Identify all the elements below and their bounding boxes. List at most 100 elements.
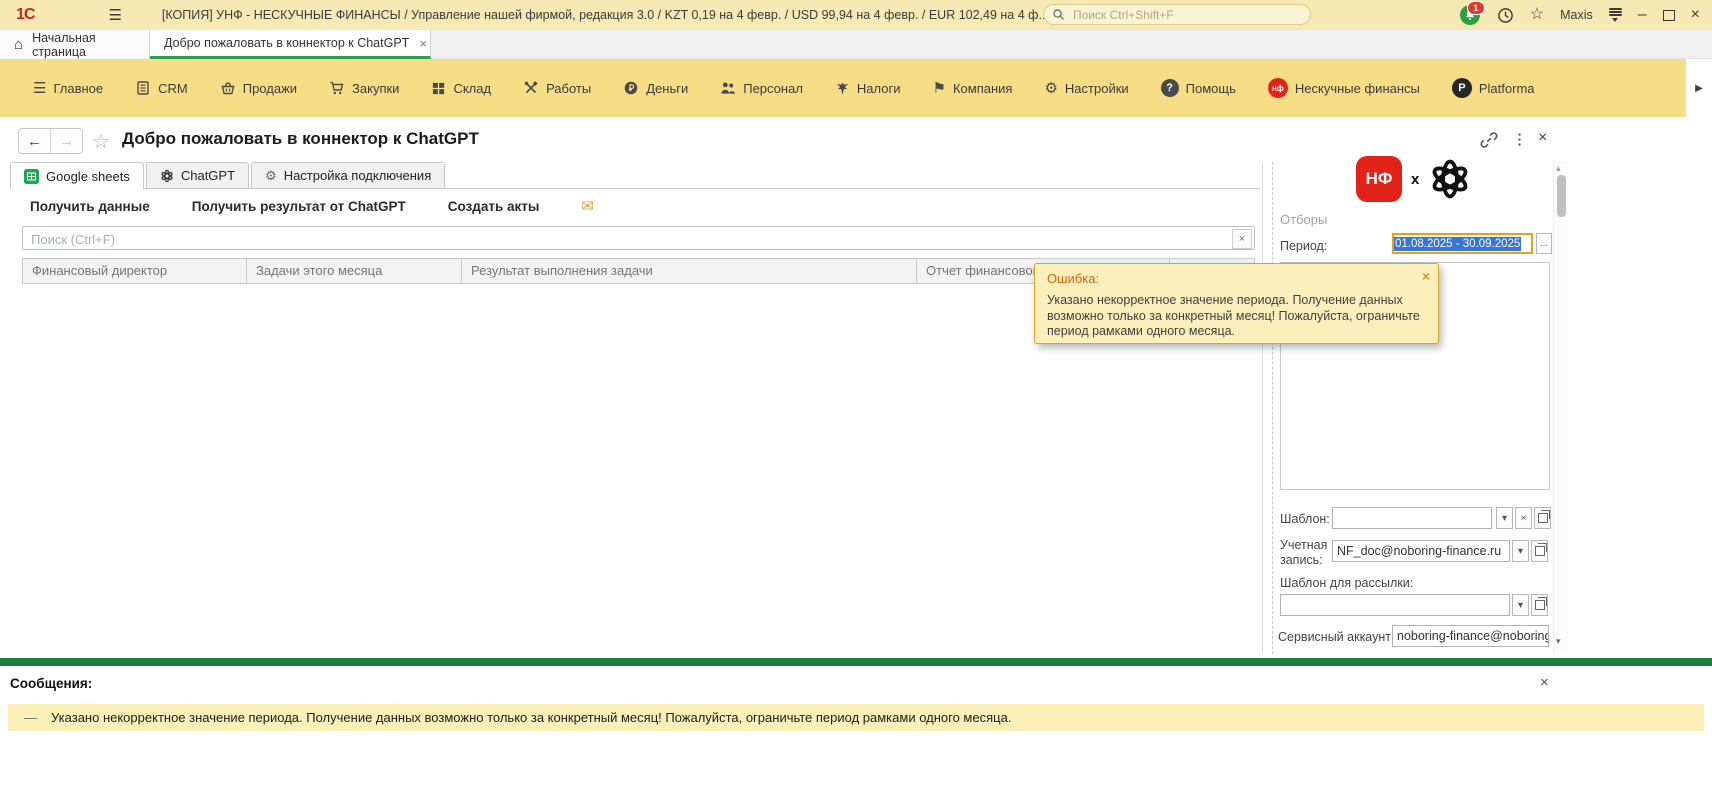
ribbon-item-settings[interactable]: ⚙ Настройки bbox=[1044, 81, 1128, 96]
minimize-button[interactable]: – bbox=[1638, 7, 1647, 23]
page-title: Добро пожаловать в коннектор к ChatGPT bbox=[122, 129, 479, 149]
period-field[interactable]: 01.08.2025 - 30.09.2025 bbox=[1392, 233, 1533, 254]
tab-home-page[interactable]: ⌂ Начальная страница bbox=[0, 30, 150, 59]
window-title: [КОПИЯ] УНФ - НЕСКУЧНЫЕ ФИНАНСЫ / Управл… bbox=[162, 8, 1049, 22]
message-text: Указано некорректное значение периода. П… bbox=[51, 710, 1011, 725]
global-search-input[interactable] bbox=[1071, 7, 1295, 23]
column-task-result[interactable]: Результат выполнения задачи bbox=[462, 259, 917, 283]
main-menu-icon[interactable]: ☰ bbox=[108, 6, 121, 24]
scrollbar-thumb[interactable] bbox=[1557, 175, 1566, 217]
favorites-star-icon[interactable]: ☆ bbox=[1530, 7, 1544, 23]
messages-close-icon[interactable]: × bbox=[1540, 674, 1549, 691]
ribbon-item-warehouse[interactable]: Склад bbox=[431, 81, 491, 96]
template-dropdown-icon[interactable]: ▾ bbox=[1496, 507, 1513, 529]
tab-connection-settings[interactable]: ⚙ Настройка подключения bbox=[251, 162, 445, 188]
account-field[interactable]: NF_doc@noboring-finance.ru bbox=[1332, 540, 1510, 562]
ribbon-item-company[interactable]: ⚑ Компания bbox=[933, 81, 1013, 96]
ribbon-item-taxes[interactable]: Налоги bbox=[835, 81, 901, 96]
search-clear-icon[interactable]: × bbox=[1232, 229, 1252, 249]
user-name[interactable]: Maxis bbox=[1560, 8, 1593, 22]
tab-chatgpt[interactable]: ChatGPT bbox=[146, 162, 249, 188]
platforma-icon: P bbox=[1452, 78, 1472, 98]
ribbon-item-money[interactable]: Деньги bbox=[623, 80, 688, 96]
window-close-button[interactable]: × bbox=[1691, 7, 1700, 23]
column-month-tasks[interactable]: Задачи этого месяца bbox=[247, 259, 462, 283]
history-icon[interactable] bbox=[1497, 7, 1514, 24]
address-book-icon bbox=[135, 80, 151, 96]
flag-icon: ⚑ bbox=[933, 81, 946, 96]
scroll-down-icon[interactable]: ▾ bbox=[1556, 636, 1561, 647]
people-icon bbox=[720, 80, 736, 96]
message-bullet: — bbox=[24, 710, 37, 725]
notification-badge: 1 bbox=[1467, 1, 1485, 15]
form-tabs: Google sheets ChatGPT ⚙ Настройка подклю… bbox=[10, 162, 1260, 189]
tools-icon bbox=[523, 80, 539, 96]
ribbon-item-noboring-finance[interactable]: нф Нескучные финансы bbox=[1268, 78, 1420, 98]
error-text: Указано некорректное значение периода. П… bbox=[1047, 293, 1429, 340]
ribbon-item-crm[interactable]: CRM bbox=[135, 80, 188, 96]
favorite-star-icon[interactable]: ☆ bbox=[92, 129, 110, 154]
ribbon-item-help[interactable]: ? Помощь bbox=[1161, 79, 1236, 97]
message-row[interactable]: — Указано некорректное значение периода.… bbox=[8, 704, 1704, 731]
period-more-button[interactable]: ... bbox=[1536, 233, 1552, 254]
tab-chatgpt-connector[interactable]: Добро пожаловать в коннектор к ChatGPT × bbox=[150, 30, 431, 59]
account-open-button[interactable] bbox=[1531, 540, 1548, 562]
list-search-input[interactable] bbox=[29, 228, 1213, 250]
command-bar: Получить данные Получить результат от Ch… bbox=[30, 197, 594, 215]
envelope-icon[interactable]: ✉ bbox=[581, 197, 594, 215]
column-financial-director[interactable]: Финансовый директор bbox=[23, 259, 247, 283]
basket-icon bbox=[220, 80, 236, 96]
form-close-button[interactable]: × bbox=[1538, 129, 1547, 147]
titlebar-actions: 1 ☆ Maxis – × bbox=[1460, 0, 1700, 30]
global-search[interactable] bbox=[1043, 4, 1311, 25]
error-close-icon[interactable]: × bbox=[1422, 268, 1430, 284]
forward-button[interactable]: → bbox=[51, 129, 82, 153]
error-title: Ошибка: bbox=[1047, 271, 1426, 286]
scroll-up-icon[interactable]: ▴ bbox=[1556, 163, 1561, 174]
panel-splitter[interactable] bbox=[1262, 162, 1263, 654]
ribbon-item-platforma[interactable]: P Platforma bbox=[1452, 78, 1535, 98]
filters-group-border bbox=[1272, 162, 1273, 654]
gear-icon: ⚙ bbox=[265, 168, 277, 184]
create-acts-button[interactable]: Создать акты bbox=[448, 199, 540, 214]
ribbon-label: Персонал bbox=[743, 81, 803, 96]
notifications-button[interactable]: 1 bbox=[1460, 5, 1481, 26]
ribbon-label: Продажи bbox=[243, 81, 297, 96]
ribbon-item-main[interactable]: ☰ Главное bbox=[33, 81, 103, 96]
back-button[interactable]: ← bbox=[19, 129, 51, 153]
restore-button[interactable] bbox=[1663, 10, 1675, 21]
template-field[interactable] bbox=[1332, 507, 1492, 529]
openai-logo-icon bbox=[1428, 157, 1472, 201]
ribbon-item-purchases[interactable]: Закупки bbox=[329, 80, 399, 96]
mailing-template-dropdown-icon[interactable]: ▾ bbox=[1512, 594, 1529, 616]
template-open-button[interactable] bbox=[1534, 507, 1551, 529]
get-data-button[interactable]: Получить данные bbox=[30, 199, 150, 214]
tab-label: ChatGPT bbox=[181, 168, 235, 183]
vertical-scrollbar[interactable]: ▴ ▾ bbox=[1553, 161, 1568, 653]
more-menu-icon[interactable] bbox=[1518, 132, 1521, 147]
ribbon-label: Закупки bbox=[352, 81, 399, 96]
ribbon-label: Компания bbox=[953, 81, 1013, 96]
mailing-template-open-button[interactable] bbox=[1531, 594, 1548, 616]
ribbon-label: Platforma bbox=[1479, 81, 1535, 96]
ribbon-item-staff[interactable]: Персонал bbox=[720, 80, 803, 96]
tab-close-icon[interactable]: × bbox=[419, 36, 427, 51]
expand-right-icon: ▶ bbox=[1695, 83, 1703, 94]
service-menu-icon[interactable] bbox=[1609, 8, 1622, 22]
template-clear-icon[interactable]: × bbox=[1515, 507, 1532, 529]
get-chatgpt-result-button[interactable]: Получить результат от ChatGPT bbox=[192, 199, 406, 214]
account-dropdown-icon[interactable]: ▾ bbox=[1512, 540, 1529, 562]
period-value-selected: 01.08.2025 - 30.09.2025 bbox=[1394, 237, 1521, 251]
service-account-field[interactable]: noboring-finance@noboring-fi bbox=[1392, 625, 1549, 647]
question-icon: ? bbox=[1161, 79, 1179, 97]
ribbon-item-sales[interactable]: Продажи bbox=[220, 80, 297, 96]
tab-google-sheets[interactable]: Google sheets bbox=[10, 162, 144, 189]
ribbon-label: Главное bbox=[53, 81, 103, 96]
ribbon-item-works[interactable]: Работы bbox=[523, 80, 591, 96]
get-link-icon[interactable] bbox=[1480, 131, 1498, 149]
window-titlebar: 1С ☰ [КОПИЯ] УНФ - НЕСКУЧНЫЕ ФИНАНСЫ / У… bbox=[0, 0, 1712, 30]
mailing-template-field[interactable] bbox=[1280, 594, 1510, 616]
list-search-field[interactable]: × bbox=[22, 226, 1255, 250]
messages-divider-bar[interactable] bbox=[0, 658, 1712, 666]
ribbon-expand-button[interactable]: ▶ bbox=[1686, 59, 1712, 117]
